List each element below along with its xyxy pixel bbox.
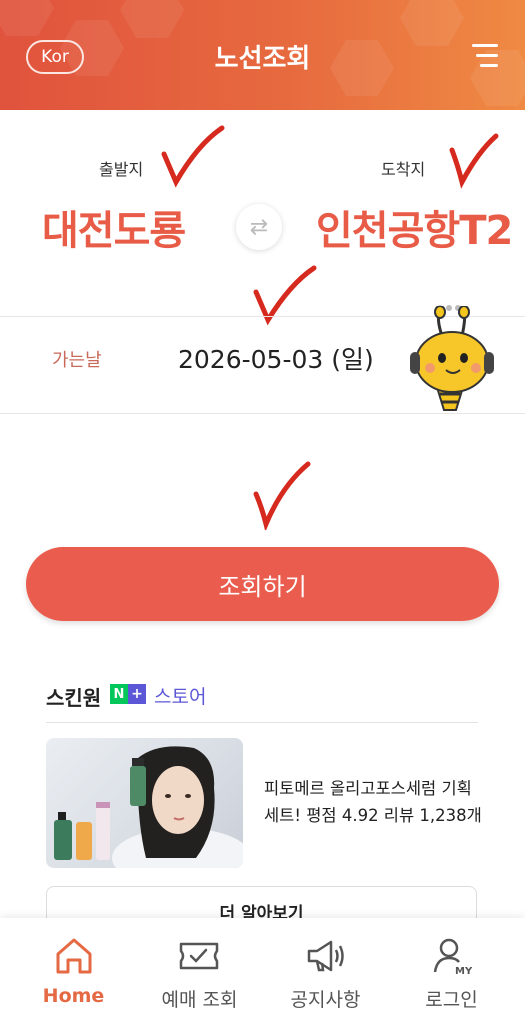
nav-item-notices[interactable]: 공지사항 [260, 918, 391, 1024]
departure-label: 출발지 [99, 160, 144, 179]
departure-date-value[interactable]: 2026-05-03 (일) [178, 340, 374, 376]
megaphone-icon [307, 940, 344, 972]
nav-item-home[interactable]: Home [8, 918, 139, 1024]
user-icon: MY [433, 938, 472, 976]
store-label[interactable]: 스토어 [154, 682, 206, 709]
ad-product-image[interactable] [46, 738, 243, 868]
nav-label-login: 로그인 [425, 989, 478, 1011]
hamburger-menu-icon[interactable] [472, 44, 498, 68]
search-button[interactable]: 조회하기 [26, 547, 499, 621]
ticket-check-icon [179, 942, 219, 970]
hand-drawn-checkmark [253, 461, 311, 530]
svg-text:MY: MY [455, 966, 472, 976]
hand-drawn-checkmark [253, 265, 317, 326]
arrival-station[interactable]: 인천공항T2 [316, 198, 513, 256]
arrival-label: 도착지 [381, 160, 426, 179]
departure-station[interactable]: 대전도룡 [42, 198, 186, 256]
header-pattern [120, 0, 184, 38]
nav-item-login[interactable]: MY 로그인 [386, 918, 517, 1024]
swap-arrows-icon: ⇄ [249, 214, 269, 240]
plus-icon: + [128, 684, 146, 704]
naver-n-icon: N [110, 684, 128, 704]
departure-date-label: 가는날 [52, 350, 102, 371]
bottom-navigation: Home 예매 조회 공지사항 MY 로그인 [0, 918, 525, 1024]
hand-drawn-checkmark [449, 133, 499, 189]
section-divider [0, 413, 525, 414]
bee-mascot-icon [410, 306, 494, 411]
header-pattern [0, 0, 54, 36]
page-title: 노선조회 [214, 44, 311, 74]
app-header: Kor 노선조회 [0, 0, 525, 110]
ad-description[interactable]: 피토메르 올리고포스세럼 기획세트! 평점 4.92 리뷰 1,238개 [264, 775, 484, 829]
nav-label-reservations: 예매 조회 [161, 989, 238, 1011]
ad-brand-name[interactable]: 스킨원 [46, 682, 101, 711]
ad-divider [46, 722, 478, 723]
swap-stations-button[interactable]: ⇄ [236, 204, 282, 250]
nav-label-notices: 공지사항 [290, 989, 361, 1011]
home-icon [56, 938, 92, 974]
nav-item-reservations[interactable]: 예매 조회 [134, 918, 265, 1024]
product-photo [54, 746, 243, 868]
naver-badge: N + [110, 684, 146, 704]
nav-label-home: Home [42, 985, 105, 1007]
hand-drawn-checkmark [161, 125, 225, 188]
